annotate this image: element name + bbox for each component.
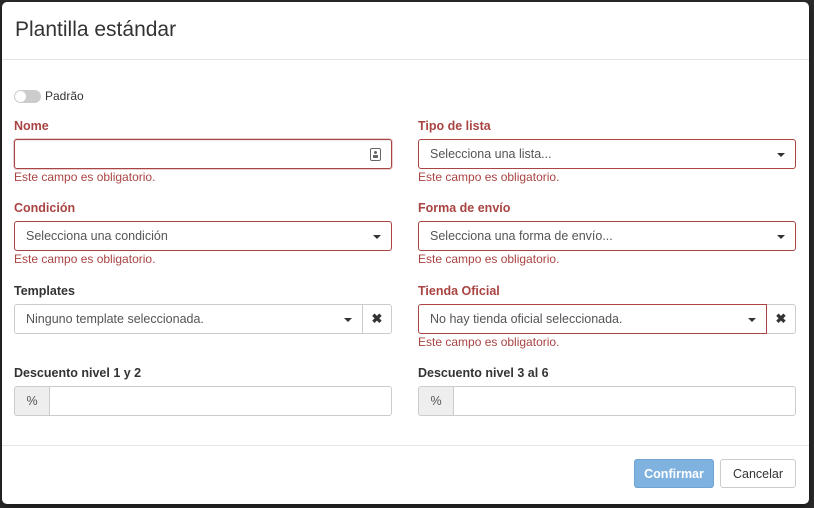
- descuento-3-6-input-wrap: [453, 386, 796, 416]
- descuento-3-6-input-group: %: [418, 386, 796, 416]
- tienda-oficial-label: Tienda Oficial: [418, 284, 500, 298]
- templates-field: Templates Ninguno template seleccionada.…: [14, 282, 392, 334]
- caret-down-icon: [777, 235, 785, 239]
- templates-label: Templates: [14, 284, 75, 298]
- descuento-1-2-field: Descuento nivel 1 y 2 %: [14, 364, 392, 416]
- nome-input[interactable]: [14, 139, 392, 169]
- condicion-select[interactable]: Selecciona una condición: [14, 221, 392, 251]
- modal-body: Padrão Nome Este campo es obligatorio. T…: [2, 60, 809, 446]
- modal-title: Plantilla estándar: [15, 18, 177, 41]
- descuento-3-6-input[interactable]: [454, 387, 795, 415]
- forma-envio-placeholder: Selecciona una forma de envío...: [430, 229, 613, 243]
- modal-header: Plantilla estándar: [2, 2, 809, 60]
- condicion-error: Este campo es obligatorio.: [14, 252, 156, 266]
- default-toggle-row: Padrão: [14, 89, 84, 103]
- templates-placeholder: Ninguno template seleccionada.: [26, 312, 204, 326]
- modal-footer: Confirmar Cancelar: [2, 446, 809, 503]
- close-icon: ✖: [775, 311, 787, 326]
- tipo-lista-label: Tipo de lista: [418, 119, 491, 133]
- tienda-oficial-select-group: No hay tienda oficial seleccionada. ✖: [418, 304, 796, 334]
- tipo-lista-error: Este campo es obligatorio.: [418, 170, 560, 184]
- descuento-3-6-field: Descuento nivel 3 al 6 %: [418, 364, 796, 416]
- nome-label: Nome: [14, 119, 49, 133]
- modal-dialog: Plantilla estándar Padrão Nome Este camp…: [2, 2, 809, 504]
- nome-field: Nome Este campo es obligatorio.: [14, 117, 392, 184]
- descuento-1-2-label: Descuento nivel 1 y 2: [14, 366, 142, 380]
- tipo-lista-field: Tipo de lista Selecciona una lista... Es…: [418, 117, 796, 184]
- caret-down-icon: [748, 318, 756, 322]
- cancel-button[interactable]: Cancelar: [720, 459, 796, 488]
- tienda-oficial-select[interactable]: No hay tienda oficial seleccionada.: [418, 304, 767, 334]
- percent-addon: %: [418, 386, 453, 416]
- nome-error: Este campo es obligatorio.: [14, 170, 156, 184]
- percent-addon: %: [14, 386, 49, 416]
- condicion-label: Condición: [14, 201, 76, 215]
- close-icon: ✖: [371, 311, 383, 326]
- caret-down-icon: [344, 318, 352, 322]
- caret-down-icon: [777, 153, 785, 157]
- forma-envio-label: Forma de envío: [418, 201, 511, 215]
- condicion-placeholder: Selecciona una condición: [26, 229, 168, 243]
- tipo-lista-select[interactable]: Selecciona una lista...: [418, 139, 796, 169]
- forma-envio-error: Este campo es obligatorio.: [418, 252, 560, 266]
- tipo-lista-placeholder: Selecciona una lista...: [430, 147, 552, 161]
- contact-card-icon: [370, 148, 381, 161]
- templates-select-group: Ninguno template seleccionada. ✖: [14, 304, 392, 334]
- confirm-button[interactable]: Confirmar: [634, 459, 714, 488]
- tienda-oficial-clear-button[interactable]: ✖: [767, 304, 796, 334]
- forma-envio-select[interactable]: Selecciona una forma de envío...: [418, 221, 796, 251]
- templates-clear-button[interactable]: ✖: [363, 304, 392, 334]
- descuento-1-2-input[interactable]: [50, 387, 391, 415]
- descuento-1-2-input-wrap: [49, 386, 392, 416]
- tienda-oficial-error: Este campo es obligatorio.: [418, 335, 560, 349]
- descuento-1-2-input-group: %: [14, 386, 392, 416]
- default-toggle[interactable]: [14, 89, 41, 103]
- descuento-3-6-label: Descuento nivel 3 al 6: [418, 366, 549, 380]
- tienda-oficial-field: Tienda Oficial No hay tienda oficial sel…: [418, 282, 796, 349]
- condicion-field: Condición Selecciona una condición Este …: [14, 199, 392, 266]
- templates-select[interactable]: Ninguno template seleccionada.: [14, 304, 363, 334]
- default-toggle-label: Padrão: [45, 89, 84, 103]
- tienda-oficial-placeholder: No hay tienda oficial seleccionada.: [430, 312, 623, 326]
- caret-down-icon: [373, 235, 381, 239]
- forma-envio-field: Forma de envío Selecciona una forma de e…: [418, 199, 796, 266]
